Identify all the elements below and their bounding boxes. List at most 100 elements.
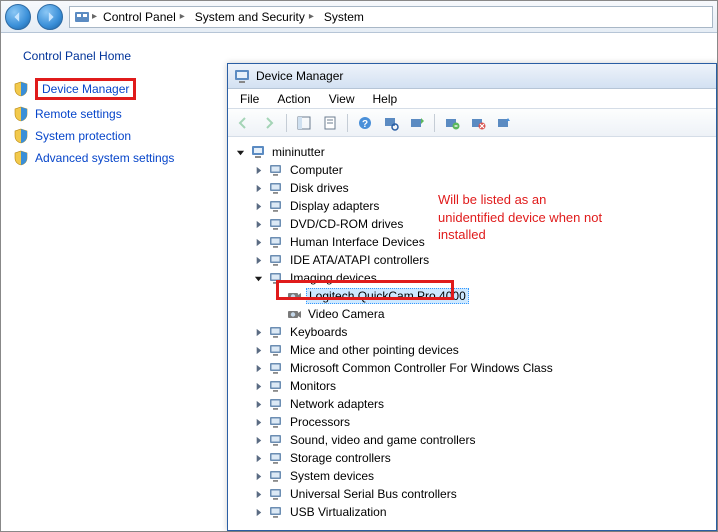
expand-icon[interactable] [252, 218, 264, 230]
tree-category[interactable]: USB Virtualization [250, 503, 712, 521]
collapse-icon[interactable] [252, 272, 264, 284]
expand-icon[interactable] [252, 164, 264, 176]
tree-device-label: Logitech QuickCam Pro 4000 [306, 288, 469, 304]
control-panel-home-link[interactable]: Control Panel Home [23, 49, 215, 63]
breadcrumb[interactable]: ▸ Control Panel▸ System and Security ▸ Sy… [69, 6, 713, 28]
chevron-right-icon: ▸ [92, 11, 97, 22]
tree-category-label: Human Interface Devices [288, 235, 427, 249]
expand-icon[interactable] [252, 380, 264, 392]
update-driver-icon[interactable] [406, 112, 428, 134]
tree-category[interactable]: Sound, video and game controllers [250, 431, 712, 449]
expand-icon[interactable] [252, 398, 264, 410]
expand-icon[interactable] [252, 254, 264, 266]
device-manager-icon [234, 68, 250, 84]
tree-category[interactable]: Microsoft Common Controller For Windows … [250, 359, 712, 377]
expand-icon[interactable] [252, 506, 264, 518]
tree-category-label: Storage controllers [288, 451, 393, 465]
sidebar-link-device-manager[interactable]: Device Manager [9, 75, 219, 103]
expand-icon[interactable] [252, 362, 264, 374]
forward-icon[interactable] [258, 112, 280, 134]
disable-icon[interactable] [467, 112, 489, 134]
tree-category-label: Sound, video and game controllers [288, 433, 477, 447]
expand-icon[interactable] [252, 488, 264, 500]
breadcrumb-item[interactable]: System [320, 10, 368, 24]
menu-bar: File Action View Help [228, 89, 716, 109]
chevron-right-icon: ▸ [309, 11, 314, 22]
menu-file[interactable]: File [232, 90, 267, 108]
tree-device[interactable]: Video Camera [268, 305, 712, 323]
tree-category[interactable]: IDE ATA/ATAPI controllers [250, 251, 712, 269]
forward-button[interactable] [37, 4, 63, 30]
tree-category[interactable]: Network adapters [250, 395, 712, 413]
menu-view[interactable]: View [321, 90, 363, 108]
device-tree[interactable]: mininutter ComputerDisk drivesDisplay ad… [228, 137, 716, 530]
explorer-window: ▸ Control Panel▸ System and Security ▸ Sy… [0, 0, 718, 532]
tree-category-label: DVD/CD-ROM drives [288, 217, 405, 231]
expand-icon[interactable] [252, 344, 264, 356]
tree-category[interactable]: Storage controllers [250, 449, 712, 467]
breadcrumb-item[interactable]: Control Panel▸ [99, 10, 189, 24]
window-titlebar: Device Manager [228, 63, 716, 89]
tree-category-label: Imaging devices [288, 271, 379, 285]
properties-icon[interactable] [319, 112, 341, 134]
category-icon [268, 234, 284, 250]
annotation-highlight: Device Manager [35, 78, 136, 100]
enable-icon[interactable] [493, 112, 515, 134]
tree-category-label: Microsoft Common Controller For Windows … [288, 361, 555, 375]
scan-hardware-icon[interactable] [380, 112, 402, 134]
category-icon [268, 324, 284, 340]
expand-icon[interactable] [252, 200, 264, 212]
sidebar-link-remote-settings[interactable]: Remote settings [9, 103, 219, 125]
expand-icon[interactable] [252, 434, 264, 446]
tree-root[interactable]: mininutter [232, 143, 712, 161]
control-panel-sidebar: Control Panel Home Device Manager Remote… [1, 33, 227, 531]
menu-action[interactable]: Action [269, 90, 318, 108]
breadcrumb-label: System and Security [195, 10, 305, 24]
tree-category[interactable]: Computer [250, 161, 712, 179]
tree-category[interactable]: Monitors [250, 377, 712, 395]
category-icon [268, 270, 284, 286]
back-button[interactable] [5, 4, 31, 30]
tree-category[interactable]: System devices [250, 467, 712, 485]
category-icon [268, 198, 284, 214]
shield-icon [13, 106, 29, 122]
category-icon [268, 486, 284, 502]
expand-icon[interactable] [252, 182, 264, 194]
menu-help[interactable]: Help [365, 90, 406, 108]
breadcrumb-label: System [324, 10, 364, 24]
tree-category[interactable]: Keyboards [250, 323, 712, 341]
collapse-icon[interactable] [234, 146, 246, 158]
expand-icon[interactable] [252, 470, 264, 482]
breadcrumb-label: Control Panel [103, 10, 176, 24]
tree-category[interactable]: Mice and other pointing devices [250, 341, 712, 359]
category-icon [268, 378, 284, 394]
sidebar-link-advanced-settings[interactable]: Advanced system settings [9, 147, 219, 169]
show-hide-console-icon[interactable] [293, 112, 315, 134]
category-icon [268, 504, 284, 520]
computer-icon [250, 144, 266, 160]
address-bar: ▸ Control Panel▸ System and Security ▸ Sy… [1, 1, 717, 33]
tree-device-label: Video Camera [306, 307, 387, 321]
back-icon[interactable] [232, 112, 254, 134]
tree-category[interactable]: Imaging devices [250, 269, 712, 287]
separator [347, 114, 348, 132]
tree-device[interactable]: Logitech QuickCam Pro 4000 [268, 287, 712, 305]
tree-category-label: System devices [288, 469, 376, 483]
tree-root-label: mininutter [270, 145, 327, 159]
expand-icon[interactable] [252, 326, 264, 338]
uninstall-icon[interactable] [441, 112, 463, 134]
sidebar-link-label: Device Manager [42, 82, 129, 96]
expand-icon[interactable] [252, 236, 264, 248]
sidebar-link-label: Advanced system settings [35, 151, 174, 165]
tree-category[interactable]: Processors [250, 413, 712, 431]
breadcrumb-item[interactable]: System and Security ▸ [191, 10, 318, 24]
expand-icon[interactable] [252, 452, 264, 464]
sidebar-link-system-protection[interactable]: System protection [9, 125, 219, 147]
help-icon[interactable]: ? [354, 112, 376, 134]
tree-category-label: Computer [288, 163, 345, 177]
separator [434, 114, 435, 132]
expand-icon[interactable] [252, 416, 264, 428]
tree-category-label: Display adapters [288, 199, 381, 213]
tree-category[interactable]: Universal Serial Bus controllers [250, 485, 712, 503]
category-icon [268, 468, 284, 484]
